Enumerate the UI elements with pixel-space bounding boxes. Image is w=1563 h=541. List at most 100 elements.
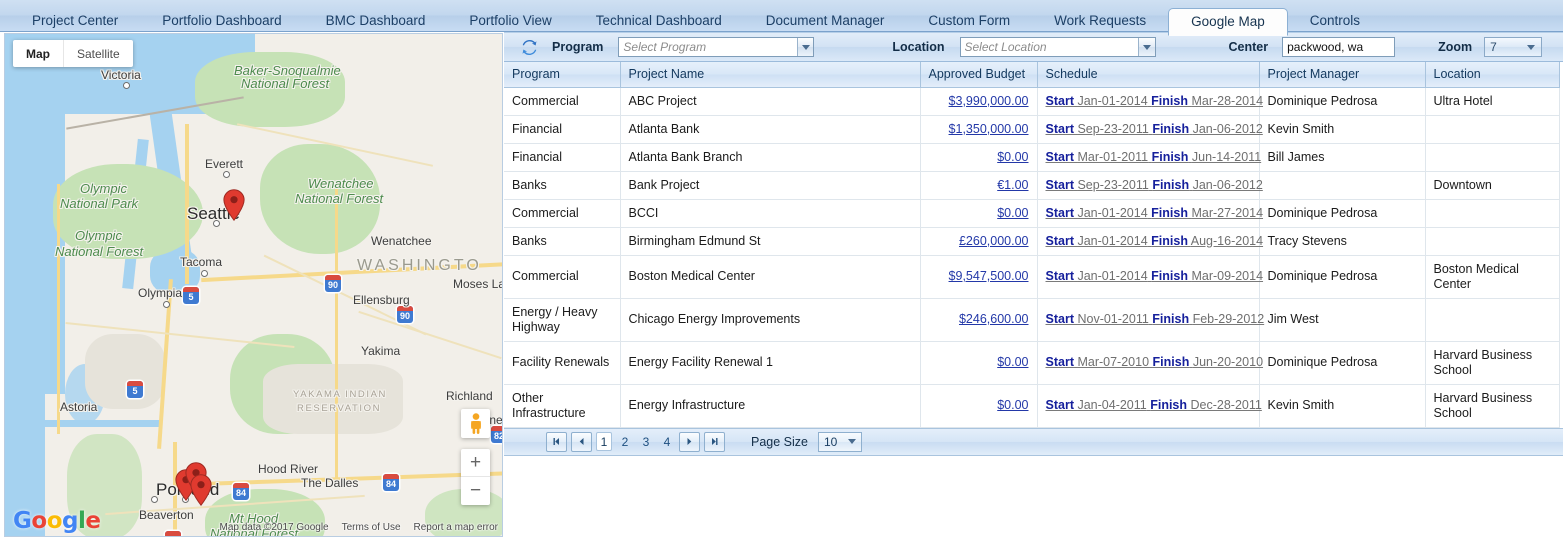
table-row[interactable]: Banks Bank Project €1.00 Start Sep-23-2011 … xyxy=(504,171,1560,200)
schedule-link[interactable]: Start Jan-01-2014 Finish Mar-28-2014 xyxy=(1046,94,1264,108)
schedule-finish-label: Finish xyxy=(1151,205,1188,220)
schedule-link[interactable]: Start Sep-23-2011 Finish Jan-06-2012 xyxy=(1046,122,1263,136)
tab-technical-dashboard[interactable]: Technical Dashboard xyxy=(574,8,744,35)
tab-bmc-dashboard[interactable]: BMC Dashboard xyxy=(304,8,448,35)
zoom-select[interactable]: 7 xyxy=(1484,37,1543,57)
budget-link[interactable]: $3,990,000.00 xyxy=(949,94,1029,108)
map-type-map-button[interactable]: Map xyxy=(13,40,63,67)
grid-header-program[interactable]: Program xyxy=(504,62,621,88)
schedule-link[interactable]: Start Jan-01-2014 Finish Mar-09-2014 xyxy=(1046,269,1264,283)
cell-location xyxy=(1425,227,1560,256)
schedule-link[interactable]: Start Sep-23-2011 Finish Jan-06-2012 xyxy=(1046,178,1263,192)
schedule-link[interactable]: Start Mar-07-2010 Finish Jun-20-2010 xyxy=(1046,355,1264,369)
pager-page-2[interactable]: 2 xyxy=(617,432,633,451)
program-filter-combo[interactable] xyxy=(618,37,815,57)
budget-link[interactable]: $0.00 xyxy=(997,398,1028,412)
pager-first-button[interactable] xyxy=(546,431,567,452)
cell-project-manager: Dominique Pedrosa xyxy=(1259,341,1426,385)
map-zoom-in-button[interactable]: + xyxy=(461,449,490,477)
table-row[interactable]: Commercial ABC Project $3,990,000.00 Start … xyxy=(504,87,1560,116)
budget-link[interactable]: $0.00 xyxy=(997,355,1028,369)
pager-prev-button[interactable] xyxy=(571,431,592,452)
schedule-start-date: Jan-01-2014 xyxy=(1077,205,1148,220)
tab-google-map[interactable]: Google Map xyxy=(1168,8,1288,36)
table-row[interactable]: Commercial Boston Medical Center $9,547,50… xyxy=(504,255,1560,299)
city-dot-olympia xyxy=(163,301,170,308)
schedule-link[interactable]: Start Mar-01-2011 Finish Jun-14-2011 xyxy=(1046,150,1262,164)
projects-grid-wrapper: Program Project Name Approved Budget Schedu… xyxy=(504,62,1563,428)
map-type-control[interactable]: Map Satellite xyxy=(13,40,133,67)
map-type-satellite-button[interactable]: Satellite xyxy=(63,40,133,67)
table-row[interactable]: Other Infrastructure Energy Infrastructur… xyxy=(504,384,1560,428)
cell-program: Financial xyxy=(504,115,621,144)
cell-project-name: Bank Project xyxy=(620,171,921,200)
table-row[interactable]: Financial Atlanta Bank Branch $0.00 Start M… xyxy=(504,143,1560,172)
pager-next-button[interactable] xyxy=(679,431,700,452)
tab-project-center[interactable]: Project Center xyxy=(10,8,140,35)
grid-header-project-name[interactable]: Project Name xyxy=(620,62,921,88)
schedule-link[interactable]: Start Nov-01-2011 Finish Feb-29-2012 xyxy=(1046,312,1265,326)
cell-project-manager: Tracy Stevens xyxy=(1259,227,1426,256)
grid-header-location[interactable]: Location xyxy=(1425,62,1560,88)
schedule-start-label: Start xyxy=(1045,205,1074,220)
grid-header-approved-budget[interactable]: Approved Budget xyxy=(920,62,1038,88)
cell-project-name: Energy Facility Renewal 1 xyxy=(620,341,921,385)
pager-page-1[interactable]: 1 xyxy=(596,432,612,451)
report-map-error-link[interactable]: Report a map error xyxy=(414,522,498,533)
schedule-link[interactable]: Start Jan-01-2014 Finish Aug-16-2014 xyxy=(1046,234,1264,248)
map-park-baker xyxy=(195,52,345,127)
map-zoom-control[interactable]: + − xyxy=(461,449,490,505)
grid-pager: 1234 Page Size 10 xyxy=(504,427,1563,456)
location-filter-combo[interactable] xyxy=(959,37,1156,57)
refresh-icon[interactable] xyxy=(520,38,538,56)
pager-page-3[interactable]: 3 xyxy=(638,432,654,451)
tab-portfolio-view[interactable]: Portfolio View xyxy=(447,8,573,35)
map-panel[interactable]: 5 90 90 5 82 84 84 5 VictoriaBaker-Snoqu… xyxy=(4,33,503,537)
table-row[interactable]: Facility Renewals Energy Facility Renewal… xyxy=(504,341,1560,385)
tab-custom-form[interactable]: Custom Form xyxy=(906,8,1032,35)
cell-schedule: Start Jan-01-2014 Finish Mar-27-2014 xyxy=(1037,199,1263,228)
schedule-start-date: Jan-01-2014 xyxy=(1077,233,1148,248)
grid-header-project-manager[interactable]: Project Manager xyxy=(1259,62,1426,88)
budget-link[interactable]: €1.00 xyxy=(997,178,1028,192)
pager-page-4[interactable]: 4 xyxy=(659,432,675,451)
table-row[interactable]: Banks Birmingham Edmund St £260,000.00 Star… xyxy=(504,227,1560,256)
program-filter-dropdown-button[interactable] xyxy=(796,38,814,56)
budget-link[interactable]: $246,600.00 xyxy=(959,312,1029,326)
table-row[interactable]: Commercial BCCI $0.00 Start Jan-01-2014 Fin… xyxy=(504,199,1560,228)
location-filter-dropdown-button[interactable] xyxy=(1138,38,1155,56)
tab-document-manager[interactable]: Document Manager xyxy=(744,8,907,35)
center-input[interactable]: packwood, wa xyxy=(1282,37,1396,57)
tab-bar: Project Center Portfolio Dashboard BMC Das… xyxy=(0,0,1563,36)
budget-link[interactable]: $1,350,000.00 xyxy=(949,122,1029,136)
schedule-link[interactable]: Start Jan-01-2014 Finish Mar-27-2014 xyxy=(1046,206,1264,220)
map-park-olympic xyxy=(53,164,203,259)
cell-approved-budget: $0.00 xyxy=(920,199,1038,228)
budget-link[interactable]: $0.00 xyxy=(997,150,1028,164)
table-row[interactable]: Energy / Heavy Highway Chicago Energy Imp… xyxy=(504,298,1560,342)
map-canvas[interactable]: 5 90 90 5 82 84 84 5 VictoriaBaker-Snoqu… xyxy=(5,34,502,536)
budget-link[interactable]: $0.00 xyxy=(997,206,1028,220)
pegman-streetview-control[interactable] xyxy=(461,409,490,438)
page-size-select[interactable]: 10 xyxy=(817,431,862,452)
tab-controls[interactable]: Controls xyxy=(1288,8,1382,35)
budget-link[interactable]: $9,547,500.00 xyxy=(949,269,1029,283)
grid-header-schedule[interactable]: Schedule xyxy=(1037,62,1260,88)
schedule-link[interactable]: Start Jan-04-2011 Finish Dec-28-2011 xyxy=(1046,398,1262,412)
pager-last-button[interactable] xyxy=(704,431,725,452)
tab-portfolio-dashboard[interactable]: Portfolio Dashboard xyxy=(140,8,303,35)
program-filter-input[interactable] xyxy=(619,38,797,56)
table-row[interactable]: Financial Atlanta Bank $1,350,000.00 Start … xyxy=(504,115,1560,144)
location-filter-input[interactable] xyxy=(960,38,1138,56)
filter-toolbar: Program Location Center packwood, wa Zoo… xyxy=(504,32,1563,62)
schedule-finish-date: Jan-06-2012 xyxy=(1192,121,1263,136)
cell-project-name: Energy Infrastructure xyxy=(620,384,921,428)
cell-program: Commercial xyxy=(504,255,621,299)
budget-link[interactable]: £260,000.00 xyxy=(959,234,1029,248)
terms-of-use-link[interactable]: Terms of Use xyxy=(342,522,401,533)
map-zoom-out-button[interactable]: − xyxy=(461,477,490,505)
city-dot-tacoma xyxy=(201,270,208,277)
tab-work-requests[interactable]: Work Requests xyxy=(1032,8,1168,35)
schedule-finish-date: Jan-06-2012 xyxy=(1192,177,1263,192)
cell-schedule: Start Jan-01-2014 Finish Aug-16-2014 xyxy=(1037,227,1263,256)
